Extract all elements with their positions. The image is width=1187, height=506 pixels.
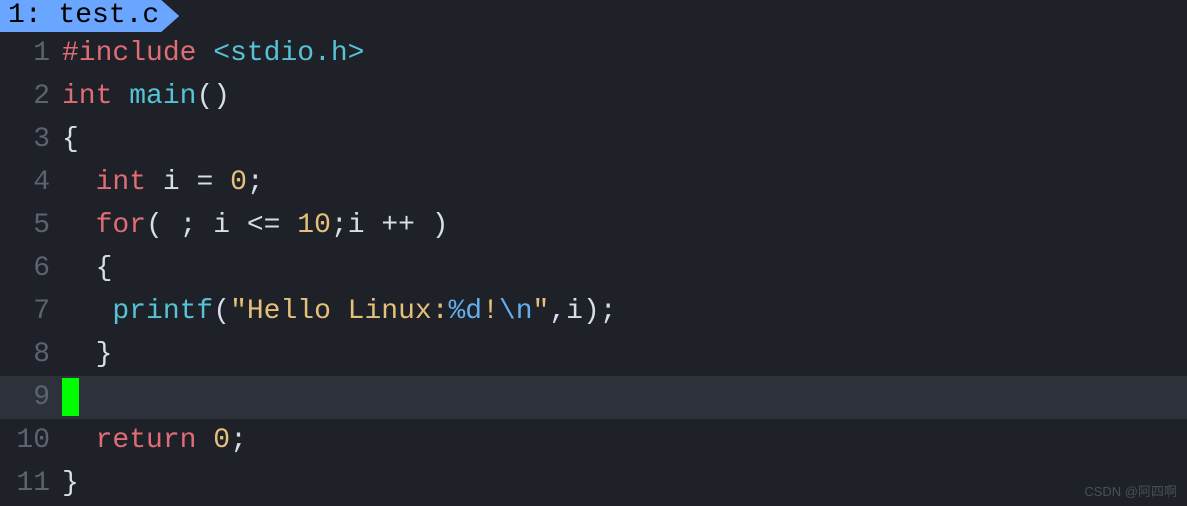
token: #include: [62, 38, 196, 69]
code-content[interactable]: #include <stdio.h>: [62, 32, 1187, 75]
token: ++: [381, 210, 415, 241]
tab-bar: 1: test.c: [0, 0, 1187, 32]
line-number: 11: [0, 462, 62, 505]
line-number: 7: [0, 290, 62, 333]
token: main: [129, 81, 196, 112]
token: i: [146, 167, 196, 198]
token: %d: [449, 296, 483, 327]
token: <stdio.h>: [213, 38, 364, 69]
token: ): [415, 210, 449, 241]
code-content[interactable]: {: [62, 118, 1187, 161]
token: 0: [230, 167, 247, 198]
token: int: [62, 81, 112, 112]
token: return: [96, 425, 197, 456]
code-line[interactable]: 9: [0, 376, 1187, 419]
code-content[interactable]: return 0;: [62, 419, 1187, 462]
token: int: [96, 167, 146, 198]
tab-index: 1: [8, 0, 25, 31]
token: [213, 167, 230, 198]
token: }: [62, 339, 112, 370]
code-content[interactable]: for( ; i <= 10;i ++ ): [62, 204, 1187, 247]
token: for: [96, 210, 146, 241]
code-line[interactable]: 11}: [0, 462, 1187, 505]
token: ( ; i: [146, 210, 247, 241]
token: [62, 296, 112, 327]
token: {: [62, 253, 112, 284]
token: <=: [247, 210, 281, 241]
token: [196, 38, 213, 69]
token: ,i);: [549, 296, 616, 327]
code-content[interactable]: }: [62, 333, 1187, 376]
token: [62, 210, 96, 241]
token: =: [196, 167, 213, 198]
buffer-tab[interactable]: 1: test.c: [0, 0, 179, 32]
token: !: [482, 296, 499, 327]
code-line[interactable]: 6 {: [0, 247, 1187, 290]
token: 0: [213, 425, 230, 456]
tab-filename: test.c: [58, 0, 159, 31]
code-line[interactable]: 10 return 0;: [0, 419, 1187, 462]
code-line[interactable]: 4 int i = 0;: [0, 161, 1187, 204]
code-content[interactable]: [62, 376, 1187, 419]
token: [112, 81, 129, 112]
token: ": [533, 296, 550, 327]
line-number: 10: [0, 419, 62, 462]
cursor: [62, 378, 79, 416]
line-number: 4: [0, 161, 62, 204]
code-line[interactable]: 7 printf("Hello Linux:%d!\n",i);: [0, 290, 1187, 333]
code-content[interactable]: int i = 0;: [62, 161, 1187, 204]
token: "Hello Linux:: [230, 296, 448, 327]
line-number: 9: [0, 376, 62, 419]
token: [280, 210, 297, 241]
watermark: CSDN @阿四啊: [1084, 481, 1177, 500]
token: {: [62, 124, 79, 155]
code-content[interactable]: {: [62, 247, 1187, 290]
token: (: [213, 296, 230, 327]
code-content[interactable]: }: [62, 462, 1187, 505]
code-content[interactable]: printf("Hello Linux:%d!\n",i);: [62, 290, 1187, 333]
code-line[interactable]: 2int main(): [0, 75, 1187, 118]
code-line[interactable]: 5 for( ; i <= 10;i ++ ): [0, 204, 1187, 247]
code-line[interactable]: 3{: [0, 118, 1187, 161]
token: printf: [112, 296, 213, 327]
token: ;i: [331, 210, 381, 241]
line-number: 6: [0, 247, 62, 290]
token: \n: [499, 296, 533, 327]
code-line[interactable]: 8 }: [0, 333, 1187, 376]
token: ;: [247, 167, 264, 198]
line-number: 1: [0, 32, 62, 75]
line-number: 5: [0, 204, 62, 247]
token: [196, 425, 213, 456]
token: 10: [297, 210, 331, 241]
line-number: 8: [0, 333, 62, 376]
token: ;: [230, 425, 247, 456]
token: [62, 425, 96, 456]
token: }: [62, 468, 79, 499]
code-editor[interactable]: 1#include <stdio.h>2int main()3{4 int i …: [0, 32, 1187, 505]
code-content[interactable]: int main(): [62, 75, 1187, 118]
line-number: 3: [0, 118, 62, 161]
token: (): [196, 81, 230, 112]
code-line[interactable]: 1#include <stdio.h>: [0, 32, 1187, 75]
token: [62, 167, 96, 198]
line-number: 2: [0, 75, 62, 118]
